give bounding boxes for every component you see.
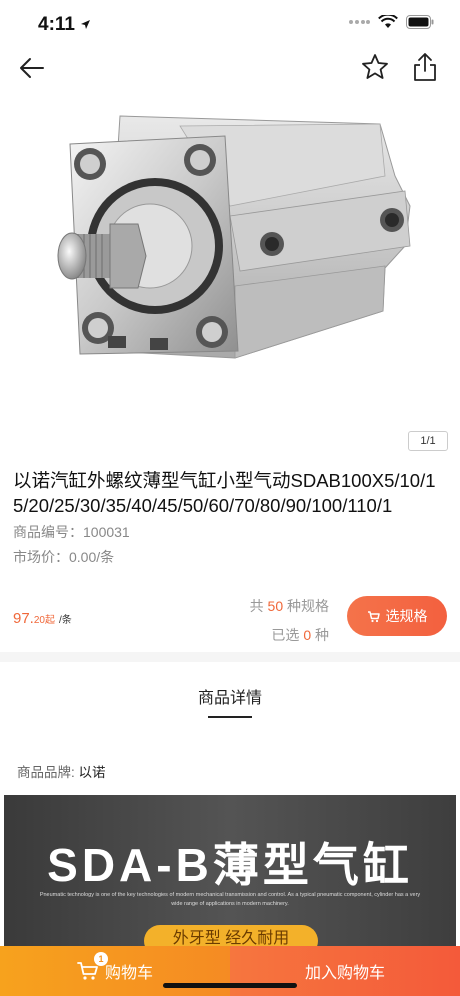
detail-banner: SDA-B薄型气缸 Pneumatic technology is one of… xyxy=(4,795,456,955)
product-code-label: 商品编号： xyxy=(13,524,83,540)
cart-small-icon xyxy=(367,610,380,622)
choose-spec-button[interactable]: 选规格 xyxy=(347,596,447,636)
back-arrow-icon[interactable] xyxy=(16,52,48,84)
spec-total-prefix: 共 xyxy=(249,598,264,614)
cart-count-badge: 1 xyxy=(94,952,108,966)
add-to-cart-button[interactable]: 加入购物车 xyxy=(230,946,460,996)
product-code: 商品编号：100031 xyxy=(13,522,130,542)
cart-button[interactable]: 1 购物车 xyxy=(0,946,230,996)
spec-info: 共 50 种规格 已选 0 种 xyxy=(250,592,329,650)
brand-value: 以诺 xyxy=(78,765,106,780)
product-title: 以诺汽缸外螺纹薄型气缸小型气动SDAB100X5/10/15/20/25/30/… xyxy=(13,470,436,516)
wifi-icon xyxy=(378,15,398,28)
spec-total-suffix: 种规格 xyxy=(287,598,329,614)
signal-icon xyxy=(349,20,370,24)
market-price: 市场价：0.00/条 xyxy=(13,547,114,567)
tab-underline xyxy=(208,716,252,718)
market-price-label: 市场价： xyxy=(13,549,69,565)
price-decimal: 20起 xyxy=(33,615,55,626)
battery-icon xyxy=(406,15,434,29)
spec-selected-prefix: 已选 xyxy=(271,627,300,643)
status-bar: 4:11 xyxy=(0,0,460,48)
spec-selected: 已选 0 种 xyxy=(250,621,329,650)
price: 97.20起/条 xyxy=(13,610,72,627)
brand-label: 商品品牌: xyxy=(17,765,79,780)
price-spec-row: 97.20起/条 共 50 种规格 已选 0 种 选规格 xyxy=(0,590,460,648)
market-price-value: 0.00/条 xyxy=(69,549,115,565)
star-icon[interactable] xyxy=(360,52,390,82)
top-nav xyxy=(0,48,460,88)
home-indicator xyxy=(163,983,297,988)
choose-spec-label: 选规格 xyxy=(385,608,428,624)
tab-product-details[interactable]: 商品详情 xyxy=(0,684,460,708)
spec-total: 共 50 种规格 xyxy=(250,592,329,621)
location-arrow-icon xyxy=(81,20,90,29)
price-unit: /条 xyxy=(58,615,72,626)
share-icon[interactable] xyxy=(410,51,440,83)
bottom-bar: 1 购物车 加入购物车 xyxy=(0,946,460,996)
section-divider xyxy=(0,652,460,662)
spec-selected-suffix: 种 xyxy=(315,627,329,643)
cart-label: 购物车 xyxy=(104,965,153,982)
banner-subtitle: Pneumatic technology is one of the key t… xyxy=(39,892,421,907)
status-time: 4:11 xyxy=(38,14,75,35)
spec-total-num: 50 xyxy=(267,598,284,614)
product-image[interactable] xyxy=(0,96,460,432)
banner-title: SDA-B薄型气缸 xyxy=(47,839,413,891)
image-counter: 1/1 xyxy=(408,431,448,451)
price-integer: 97. xyxy=(13,610,34,627)
spec-selected-num: 0 xyxy=(303,627,312,643)
product-code-value: 100031 xyxy=(83,524,130,540)
cylinder-illustration xyxy=(57,115,411,359)
product-brand: 商品品牌: 以诺 xyxy=(17,761,106,781)
